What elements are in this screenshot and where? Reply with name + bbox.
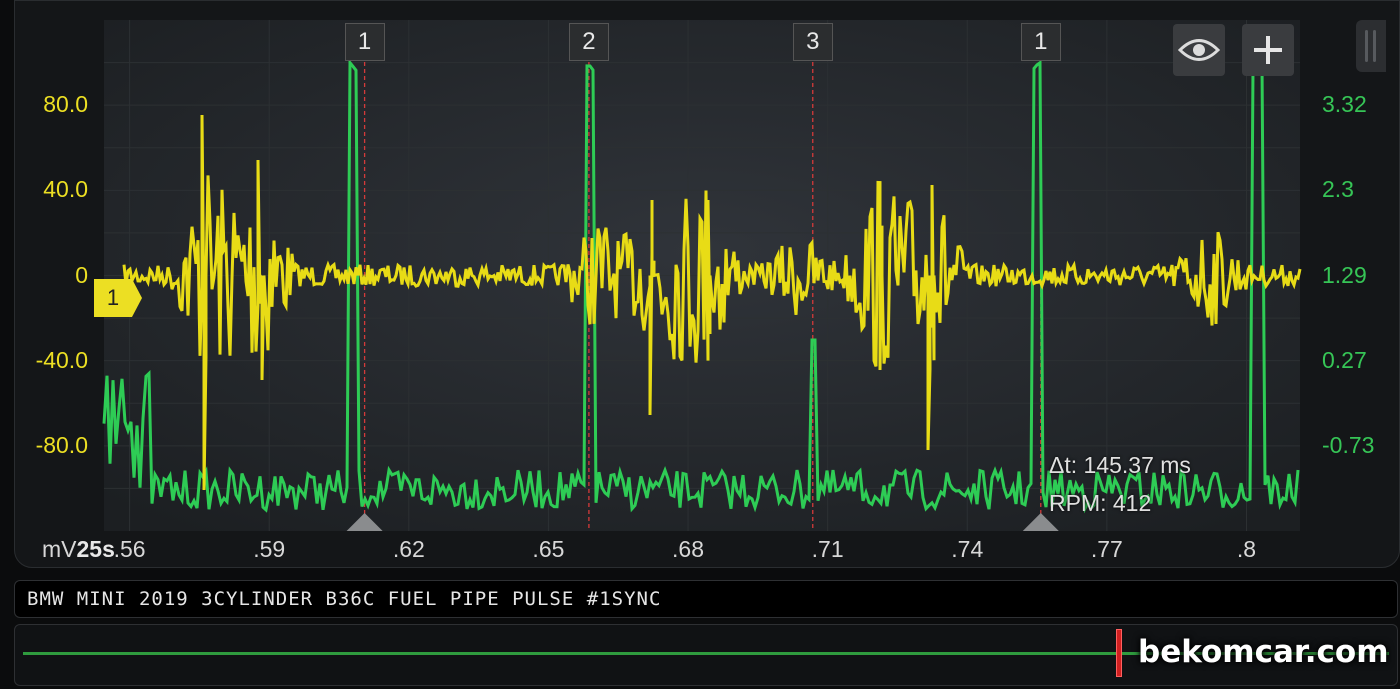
time-axis-tick-label: .62: [392, 536, 425, 562]
marker-label[interactable]: 1: [344, 23, 385, 61]
channel-tag-label: 1: [106, 285, 120, 310]
time-axis-tick-label: .74: [951, 536, 984, 562]
right-axis-tick-label: 2.3: [1322, 176, 1354, 203]
rpm-value: RPM: 412: [1049, 490, 1152, 516]
time-axis-tick-label: .77: [1090, 536, 1123, 562]
left-axis-tick-label: 80.0: [43, 91, 88, 118]
marker-label[interactable]: 2: [568, 23, 609, 61]
measurement-readout: Δt: 145.37 ms RPM: 412: [1049, 446, 1191, 522]
watermark: bekomcar.com: [1138, 634, 1389, 670]
right-axis-tick-label: 3.32: [1322, 91, 1367, 118]
right-axis-tick-label: -0.73: [1322, 431, 1375, 458]
delta-time: Δt: 145.37 ms: [1049, 452, 1191, 478]
overview-cursor[interactable]: [1116, 629, 1122, 677]
time-axis-tick-label: .59: [253, 536, 286, 562]
add-button[interactable]: [1242, 24, 1294, 76]
side-panel-handle[interactable]: [1356, 20, 1386, 72]
left-axis-tick-label: 0: [75, 261, 88, 288]
voltage-unit: mV: [42, 536, 77, 562]
time-axis-tick-label: .65: [532, 536, 565, 562]
handle-grip: [1373, 30, 1376, 62]
time-axis-tick-label: .8: [1236, 536, 1257, 562]
marker-label[interactable]: 1: [1020, 23, 1061, 61]
time-axis-tick-label: .71: [811, 536, 844, 562]
plus-icon: [1254, 36, 1282, 64]
right-axis-tick-label: 1.29: [1322, 261, 1367, 288]
waveform-title: BMW MINI 2019 3CYLINDER B36C FUEL PIPE P…: [27, 588, 662, 610]
handle-grip: [1365, 30, 1368, 62]
axis-units: mV25s: [42, 536, 115, 563]
left-axis-tick-label: 40.0: [43, 176, 88, 203]
right-axis-tick-label: 0.27: [1322, 346, 1367, 373]
visibility-button[interactable]: [1173, 24, 1225, 76]
time-axis-tick-label: .56: [113, 536, 146, 562]
left-axis-tick-label: -80.0: [35, 431, 88, 458]
channel-1-tag[interactable]: 1: [94, 279, 142, 317]
time-scale: 25s: [76, 536, 115, 562]
left-axis-tick-label: -40.0: [35, 346, 88, 373]
marker-label[interactable]: 3: [792, 23, 833, 61]
waveform-title-bar[interactable]: BMW MINI 2019 3CYLINDER B36C FUEL PIPE P…: [14, 580, 1398, 618]
time-axis-tick-label: .68: [672, 536, 705, 562]
eye-icon: [1178, 39, 1220, 61]
